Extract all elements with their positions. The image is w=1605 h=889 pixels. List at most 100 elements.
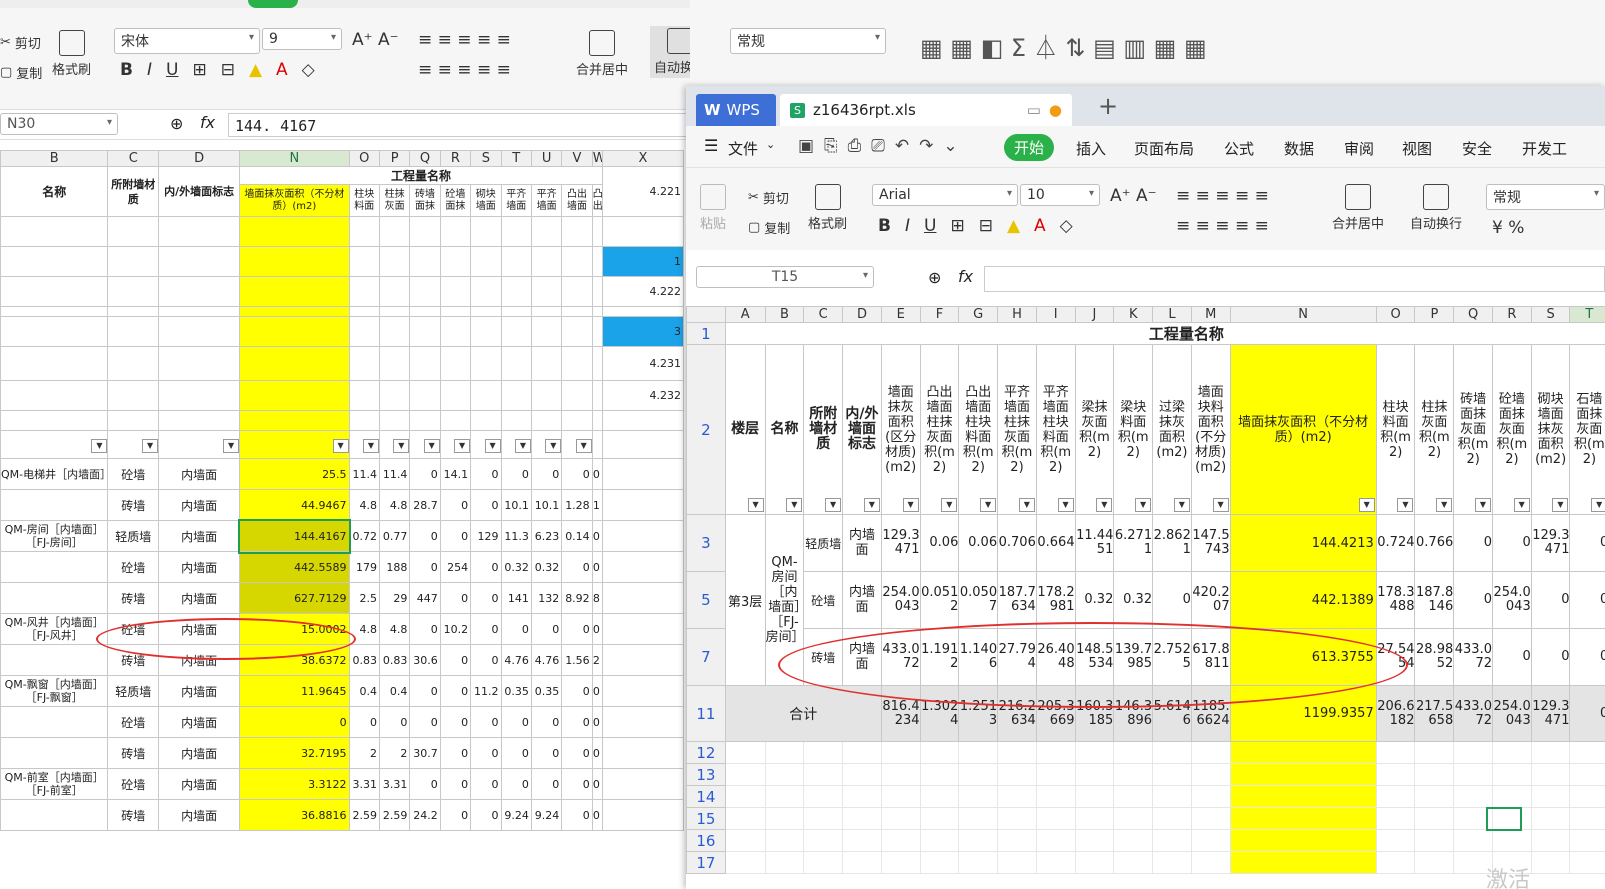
right-blank-cell[interactable] bbox=[1190, 851, 1231, 874]
right-blank-cell[interactable] bbox=[1491, 829, 1532, 852]
left-value-cell[interactable]: 0 bbox=[439, 489, 472, 521]
right-value-cell[interactable]: 0.706 bbox=[997, 514, 1037, 572]
left-name-cell[interactable] bbox=[0, 706, 109, 738]
left-value-cell[interactable]: 188 bbox=[378, 551, 411, 583]
left-blank-cell[interactable] bbox=[348, 276, 380, 307]
left-blank-cell[interactable] bbox=[239, 316, 350, 347]
left-value-cell[interactable]: 0 bbox=[409, 613, 441, 645]
left-io-cell[interactable]: 内墙面 bbox=[158, 551, 241, 583]
left-col-header-N[interactable]: N bbox=[239, 150, 350, 167]
right-value-cell[interactable]: 144.4213 bbox=[1229, 514, 1377, 572]
left-blank-cell[interactable] bbox=[561, 216, 593, 247]
left-blank-cell[interactable] bbox=[439, 306, 472, 317]
right-blank-cell[interactable] bbox=[1229, 807, 1377, 830]
left-blank-cell[interactable] bbox=[409, 410, 441, 431]
left-io-cell[interactable]: 内墙面 bbox=[158, 799, 241, 831]
right-blank-cell[interactable] bbox=[1152, 763, 1192, 786]
filter-dropdown-icon[interactable]: ▼ bbox=[1096, 498, 1113, 512]
left-blank-cell[interactable] bbox=[530, 216, 563, 247]
filter-dropdown-icon[interactable]: ▼ bbox=[1057, 498, 1074, 512]
right-blank-cell[interactable] bbox=[1453, 763, 1493, 786]
left-blank-cell[interactable] bbox=[0, 410, 109, 431]
right-value-cell[interactable]: 433.072 bbox=[1453, 685, 1493, 742]
eraser-icon[interactable]: ◇ bbox=[302, 60, 315, 80]
left-blank-cell[interactable] bbox=[348, 346, 380, 381]
left-blank-cell[interactable] bbox=[470, 306, 502, 317]
right-blank-cell[interactable] bbox=[1113, 741, 1154, 764]
right-value-cell[interactable]: 0 bbox=[1453, 514, 1493, 572]
left-blank-cell[interactable] bbox=[601, 216, 685, 247]
left-value-cell[interactable]: 0 bbox=[439, 644, 472, 676]
left-blank-cell[interactable] bbox=[158, 306, 241, 317]
left-blank-cell[interactable] bbox=[601, 306, 685, 317]
right-value-cell[interactable]: 254.0043 bbox=[880, 571, 921, 629]
right-value-cell[interactable]: 0.32 bbox=[1113, 571, 1154, 629]
right-blank-cell[interactable] bbox=[1569, 851, 1605, 874]
menu-view[interactable]: 视图 bbox=[1402, 138, 1432, 159]
monitor-icon[interactable]: ▭ bbox=[1027, 101, 1041, 119]
left-value-cell[interactable]: 1 bbox=[591, 489, 603, 521]
right-blank-cell[interactable] bbox=[1375, 785, 1416, 808]
right-blank-cell[interactable] bbox=[1152, 807, 1192, 830]
right-value-cell[interactable]: 187.8146 bbox=[1414, 571, 1455, 629]
left-value-cell[interactable]: 0 bbox=[561, 706, 593, 738]
left-blank-cell[interactable] bbox=[500, 276, 532, 307]
row-header[interactable]: 15 bbox=[686, 807, 726, 830]
right-value-cell[interactable]: 129.3471 bbox=[880, 514, 921, 572]
left-blank-cell[interactable] bbox=[348, 380, 380, 411]
filter-dropdown-icon[interactable]: ▼ bbox=[223, 438, 239, 453]
left-blank-cell[interactable] bbox=[530, 346, 563, 381]
left-area-cell[interactable]: 36.8816 bbox=[239, 799, 350, 831]
right-col-header-J[interactable]: J bbox=[1074, 306, 1115, 323]
right-col-header-L[interactable]: L bbox=[1152, 306, 1192, 323]
right-blank-cell[interactable] bbox=[1569, 829, 1605, 852]
left-blank-cell[interactable] bbox=[530, 380, 563, 411]
right-blank-cell[interactable] bbox=[1491, 741, 1532, 764]
left-value-cell[interactable]: 0 bbox=[591, 520, 603, 552]
left-blank-cell[interactable] bbox=[348, 410, 380, 431]
menu-start[interactable]: 开始 bbox=[1004, 134, 1055, 161]
left-value-cell[interactable]: 0 bbox=[348, 706, 380, 738]
fx-icon[interactable]: fx bbox=[200, 113, 215, 132]
left-value-cell[interactable]: 3.31 bbox=[378, 768, 411, 800]
right-value-cell[interactable]: 0.664 bbox=[1035, 514, 1076, 572]
right-value-cell[interactable]: 0 bbox=[1152, 571, 1192, 629]
right-blank-cell[interactable] bbox=[997, 785, 1037, 808]
right-blank-cell[interactable] bbox=[1074, 807, 1115, 830]
right-blank-cell[interactable] bbox=[1074, 741, 1115, 764]
left-value-cell[interactable]: 132 bbox=[530, 582, 563, 614]
right-blank-cell[interactable] bbox=[724, 807, 766, 830]
left-wall-cell[interactable]: 砖墙 bbox=[107, 489, 160, 521]
left-value-cell[interactable]: 0 bbox=[530, 737, 563, 769]
right-blank-cell[interactable] bbox=[764, 785, 805, 808]
left-blank-cell[interactable] bbox=[439, 410, 472, 431]
right-numfmt-select[interactable]: 常规 bbox=[1486, 184, 1605, 210]
left-area-cell[interactable]: 11.9645 bbox=[239, 675, 350, 707]
left-empty-cell[interactable] bbox=[601, 644, 685, 676]
right-blank-cell[interactable] bbox=[958, 851, 999, 874]
left-col-header-S[interactable]: S bbox=[470, 150, 502, 167]
left-io-cell[interactable]: 内墙面 bbox=[158, 768, 241, 800]
right-col-header-Q[interactable]: Q bbox=[1453, 306, 1493, 323]
left-value-cell[interactable]: 14.1 bbox=[439, 458, 472, 490]
right-col-header-T[interactable]: T bbox=[1569, 306, 1605, 323]
right-blank-cell[interactable] bbox=[919, 851, 960, 874]
right-blank-cell[interactable] bbox=[1035, 851, 1076, 874]
right-blank-cell[interactable] bbox=[1491, 785, 1532, 808]
left-blank-cell[interactable] bbox=[378, 306, 411, 317]
left-value-cell[interactable]: 2 bbox=[378, 737, 411, 769]
left-col-header-O[interactable]: O bbox=[348, 150, 380, 167]
filter-dropdown-icon[interactable]: ▼ bbox=[1513, 498, 1530, 512]
left-start-tab[interactable] bbox=[248, 0, 298, 8]
right-value-cell[interactable]: 129.3471 bbox=[1530, 685, 1571, 742]
right-value-cell[interactable]: 433.072 bbox=[1453, 628, 1493, 686]
left-value-cell[interactable]: 447 bbox=[409, 582, 441, 614]
left-blank-cell[interactable] bbox=[439, 380, 472, 411]
eraser-icon[interactable]: ◇ bbox=[1060, 216, 1073, 236]
right-value-cell[interactable]: 0 bbox=[1453, 571, 1493, 629]
right-value-cell[interactable]: 147.5743 bbox=[1190, 514, 1231, 572]
right-blank-cell[interactable] bbox=[1530, 785, 1571, 808]
left-value-cell[interactable]: 0 bbox=[470, 613, 502, 645]
left-blank-cell[interactable] bbox=[470, 276, 502, 307]
left-empty-cell[interactable] bbox=[601, 551, 685, 583]
